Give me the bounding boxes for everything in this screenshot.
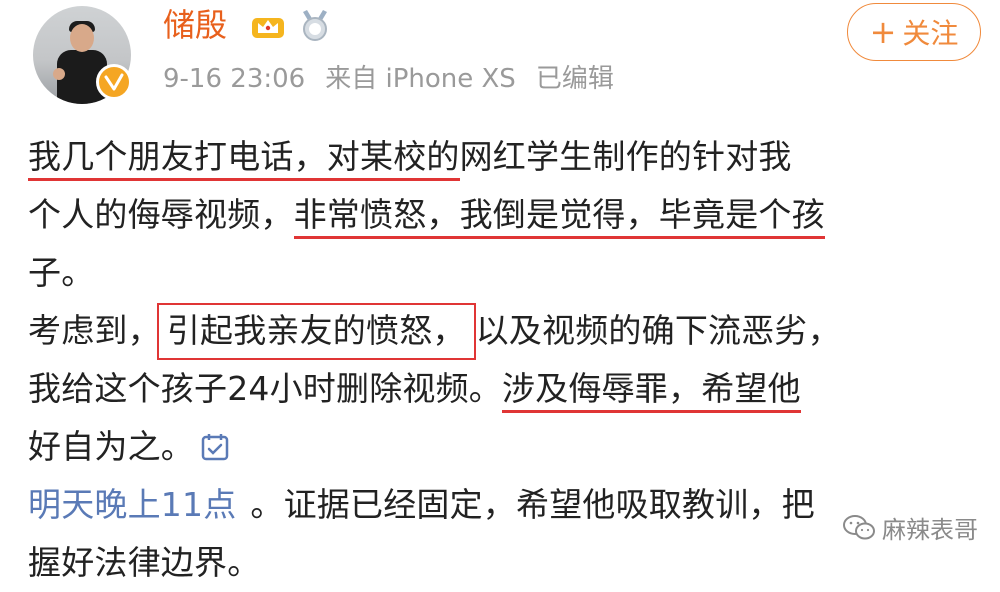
post-text: 握好法律边界。 xyxy=(28,543,261,582)
post-text: 网红学生制作的针对我 xyxy=(459,137,792,176)
boxed-text: 引起我亲友的愤怒， xyxy=(156,303,476,360)
post-line: 明天晚上11点 。证据已经固定，希望他吸取教训，把 xyxy=(28,476,978,534)
topic-link[interactable]: 明天晚上11点 xyxy=(28,485,236,524)
post-line: 子。 xyxy=(28,244,978,302)
post-text: 子。 xyxy=(28,253,95,292)
post-edited-label[interactable]: 已编辑 xyxy=(536,64,614,94)
post-text: 以及视频的确下流恶劣， xyxy=(475,311,841,350)
follow-button[interactable]: + 关注 xyxy=(847,3,981,61)
calendar-edit-icon[interactable] xyxy=(200,432,230,462)
watermark: 麻辣表哥 xyxy=(842,510,978,545)
wechat-icon xyxy=(843,514,875,539)
post-timestamp: 9-16 23:06 xyxy=(163,64,306,94)
post-text: 考虑到， xyxy=(28,311,161,350)
follow-label: 关注 xyxy=(902,17,959,50)
post-text: 。证据已经固定，希望他吸取教训，把 xyxy=(250,485,815,524)
post-meta: 9-16 23:06 来自 iPhone XS 已编辑 xyxy=(163,62,634,96)
plus-icon: + xyxy=(869,13,897,51)
post-text: 好自为之。 xyxy=(28,427,194,466)
underlined-text: 非常愤怒，我倒是觉得，毕竟是个孩 xyxy=(293,195,825,239)
medal-icon[interactable] xyxy=(298,8,332,42)
author-name[interactable]: 储殷 xyxy=(163,5,227,45)
vip-crown-icon[interactable] xyxy=(250,12,286,40)
post-line: 握好法律边界。 xyxy=(28,534,978,592)
post-line: 个人的侮辱视频，非常愤怒，我倒是觉得，毕竟是个孩 xyxy=(28,186,978,244)
underlined-text: 涉及侮辱罪，希望他 xyxy=(502,369,801,413)
verified-badge-icon xyxy=(96,64,132,100)
post-line: 我给这个孩子24小时删除视频。涉及侮辱罪，希望他 xyxy=(28,360,978,418)
post-line: 我几个朋友打电话，对某校的网红学生制作的针对我 xyxy=(28,128,978,186)
post-line: 好自为之。 xyxy=(28,418,978,476)
post-line: 考虑到， 引起我亲友的愤怒， 以及视频的确下流恶劣， xyxy=(28,302,978,360)
watermark-text: 麻辣表哥 xyxy=(882,516,978,544)
post-text: 个人的侮辱视频， xyxy=(28,195,294,234)
post-source[interactable]: 来自 iPhone XS xyxy=(325,64,516,94)
post-body: 我几个朋友打电话，对某校的网红学生制作的针对我 个人的侮辱视频，非常愤怒，我倒是… xyxy=(28,128,978,592)
post-text: 我给这个孩子24小时删除视频。 xyxy=(28,369,502,408)
underlined-text: 我几个朋友打电话，对某校的 xyxy=(28,137,460,181)
